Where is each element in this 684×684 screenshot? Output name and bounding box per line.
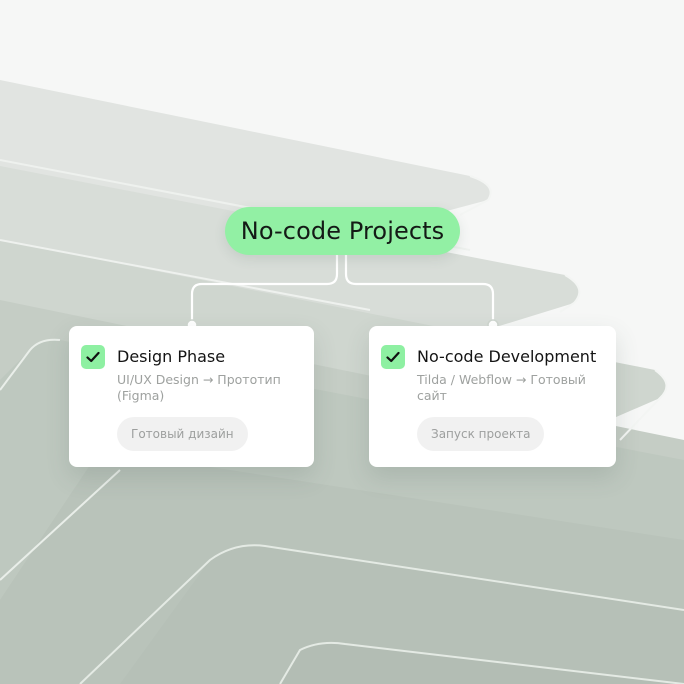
node-tag-label: Запуск проекта — [431, 427, 531, 441]
node-design-phase: Design Phase UI/UX Design → Прототип (Fi… — [69, 326, 314, 467]
checkbox-checked-icon — [81, 345, 105, 369]
connector-right — [344, 255, 495, 321]
node-title: Design Phase — [117, 347, 226, 366]
node-subtitle: UI/UX Design → Прототип (Figma) — [117, 372, 281, 403]
node-tag-label: Готовый дизайн — [131, 427, 234, 441]
node-subtitle: Tilda / Webflow → Готовый сайт — [417, 372, 586, 403]
checkbox-checked-icon — [381, 345, 405, 369]
node-title: No-code Development — [417, 347, 597, 366]
node-no-code-development: No-code Development Tilda / Webflow → Го… — [369, 326, 616, 467]
connector-left — [190, 255, 339, 321]
root-node-label: No-code Projects — [240, 217, 445, 245]
node-tag: Запуск проекта — [417, 417, 545, 451]
root-node: No-code Projects — [225, 207, 460, 255]
node-tag: Готовый дизайн — [117, 417, 248, 451]
